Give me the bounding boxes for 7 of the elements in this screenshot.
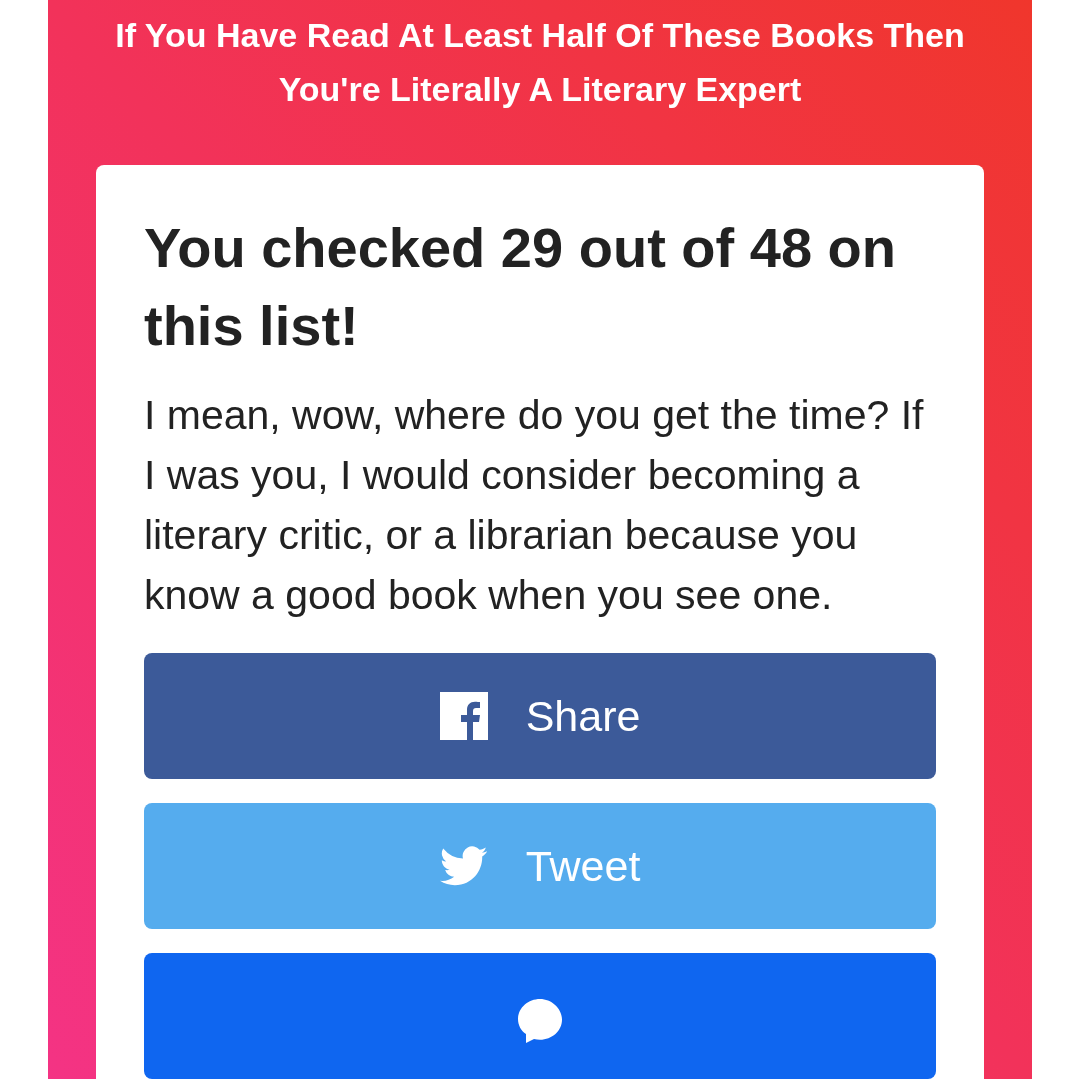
share-button[interactable]: Share — [144, 653, 936, 779]
result-description: I mean, wow, where do you get the time? If I was you, I would consider becoming a literary critic, or a librarian because you know a good book when you see one. — [144, 391, 925, 620]
facebook-icon — [439, 692, 488, 740]
message-button[interactable] — [144, 953, 936, 1079]
result-heading: You checked 29 out of 48 on this list! — [144, 215, 897, 359]
quiz-title: If You Have Read At Least Half Of These Books Then You're Literally A Literary Expert — [114, 15, 966, 110]
chat-bubble-icon — [516, 997, 564, 1045]
